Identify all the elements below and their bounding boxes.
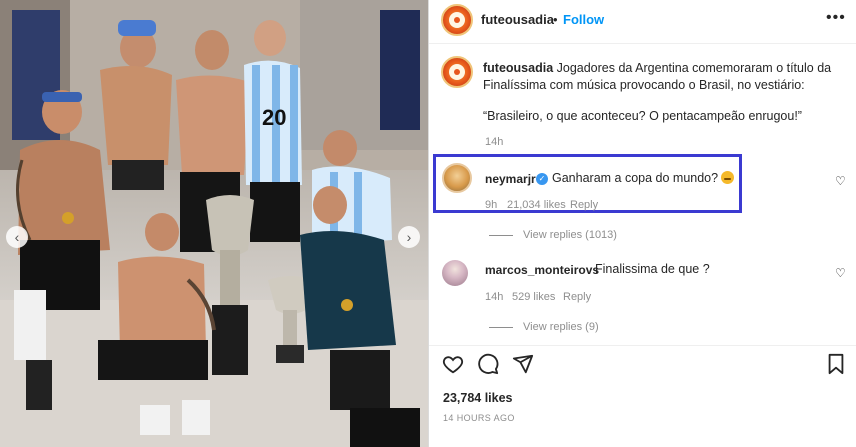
comment-bubble-icon[interactable] [477,353,499,381]
svg-text:20: 20 [262,105,286,130]
carousel-next-icon[interactable]: › [398,226,420,248]
share-send-icon[interactable] [512,353,534,381]
view-replies-label[interactable]: View replies (9) [523,321,599,333]
header-divider [429,43,856,44]
post-timestamp: 14 HOURS AGO [443,413,515,423]
marcos-avatar[interactable] [442,260,468,286]
comment-likes[interactable]: 21,034 likes [507,199,566,211]
verified-badge-icon: ✓ [536,173,548,185]
save-bookmark-icon[interactable] [826,353,846,381]
post-header: futeousadia • Follow ••• [429,0,856,38]
team-celebration-photo: 20 [0,0,428,447]
caption-author-avatar[interactable] [441,56,473,88]
comment-like-heart-icon[interactable]: ♡ [835,174,846,188]
like-heart-icon[interactable] [442,353,464,381]
comment-username[interactable]: marcos_monteirovs [485,263,599,277]
author-avatar[interactable] [441,4,473,36]
neymar-avatar[interactable] [442,163,472,193]
comment-like-heart-icon[interactable]: ♡ [835,266,846,280]
post-photo[interactable]: 20 › ‹ [0,0,428,447]
post-caption: futeousadia Jogadores da Argentina comem… [483,60,849,94]
comment-username[interactable]: neymarjr [485,172,536,186]
replies-line [489,234,513,236]
caption-time: 14h [485,136,504,148]
caption-username[interactable]: futeousadia [483,61,553,75]
view-replies-toggle[interactable]: View replies (1013) [489,229,617,241]
view-replies-toggle[interactable]: View replies (9) [489,321,599,333]
comment-time: 14h [485,291,504,303]
comment-likes[interactable]: 529 likes [512,291,555,303]
carousel-prev-icon[interactable]: ‹ [6,226,28,248]
actions-divider [429,345,856,346]
more-icon[interactable]: ••• [826,9,846,27]
separator-dot: • [553,12,558,27]
author-username[interactable]: futeousadia [481,12,554,27]
follow-button[interactable]: Follow [563,12,604,27]
comment-reply-button[interactable]: Reply [563,291,591,303]
thinking-emoji-icon [721,171,735,184]
caption-quote: “Brasileiro, o que aconteceu? O pentacam… [483,109,802,123]
comment-text: Ganharam a copa do mundo? [552,171,735,185]
post-details-panel: futeousadia • Follow ••• futeousadia Jog… [429,0,856,447]
comment-reply-button[interactable]: Reply [570,199,598,211]
comment-text: Finalissima de que ? [595,262,710,276]
post-likes-count[interactable]: 23,784 likes [443,391,513,405]
comment-time: 9h [485,199,498,211]
view-replies-label[interactable]: View replies (1013) [523,229,617,241]
replies-line [489,326,513,328]
